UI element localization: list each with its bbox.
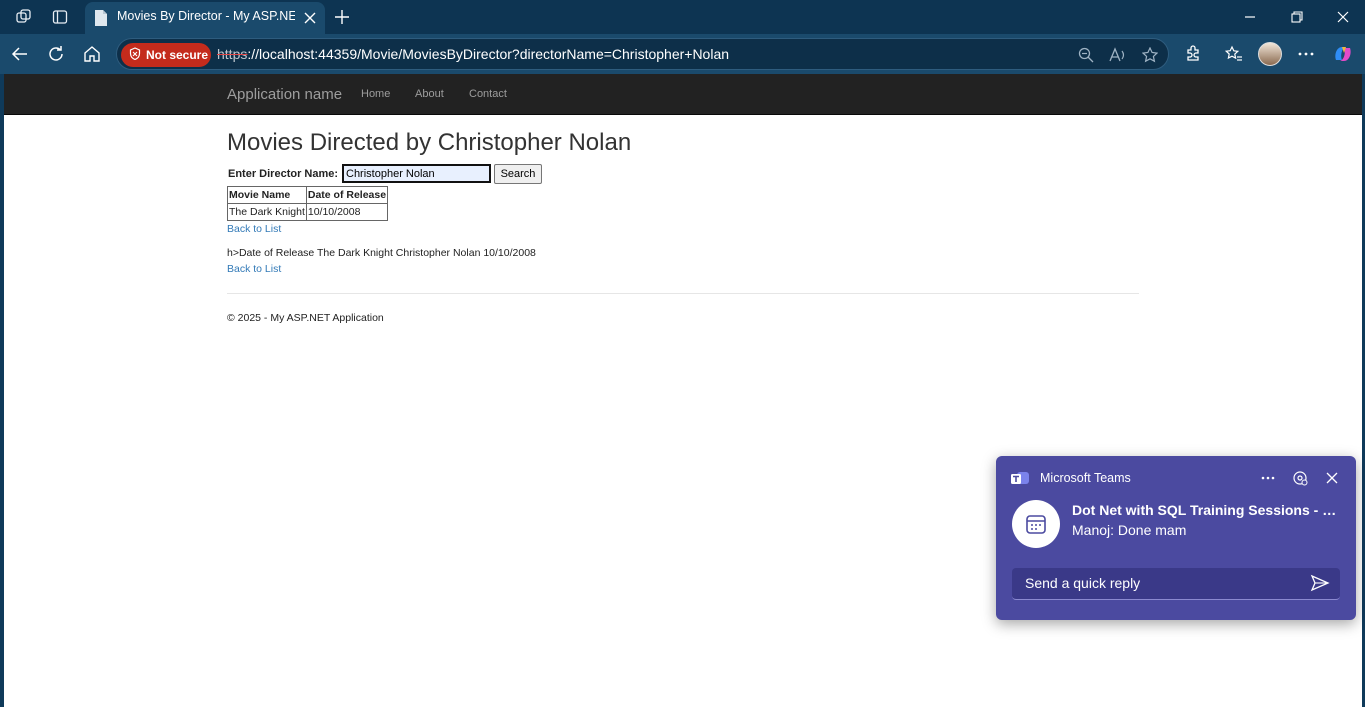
toast-more-icon[interactable] [1258,469,1278,487]
nav-home[interactable]: Home [361,88,390,100]
table-header-row: Movie Name Date of Release [227,186,389,204]
not-secure-label: Not secure [146,48,209,62]
refresh-icon[interactable] [44,42,68,66]
toast-message: Manoj: Done mam [1072,522,1187,538]
teams-logo-icon [1010,470,1030,486]
restore-icon[interactable] [1283,5,1311,29]
more-options-icon[interactable] [1294,42,1318,66]
page-title: Movies Directed by Christopher Nolan [227,129,632,156]
page-icon [93,9,109,27]
copilot-icon[interactable] [1331,42,1355,66]
quick-reply-input[interactable]: Send a quick reply [1012,568,1340,600]
send-icon[interactable] [1310,574,1332,594]
close-window-icon[interactable] [1329,5,1357,29]
browser-title-bar: Movies By Director - My ASP.NET [0,0,1365,34]
favorites-icon[interactable] [1222,42,1246,66]
movies-table: Movie Name Date of Release The Dark Knig… [227,186,389,221]
url-scheme: https [217,46,248,62]
column-header-movie-name: Movie Name [227,186,307,204]
raw-movie-text: h>Date of Release The Dark Knight Christ… [227,247,536,259]
back-to-list-link[interactable]: Back to List [227,223,281,235]
site-navbar: Application name Home About Contact [4,74,1362,115]
tab-title: Movies By Director - My ASP.NET [117,9,295,23]
director-name-input[interactable] [342,164,491,183]
browser-toolbar: Not secure https://localhost:44359/Movie… [0,34,1365,74]
favorite-star-icon[interactable] [1141,46,1159,64]
footer-text: © 2025 - My ASP.NET Application [227,312,384,324]
home-icon[interactable] [80,42,104,66]
minimize-icon[interactable] [1236,5,1264,29]
back-arrow-icon[interactable] [8,42,32,66]
calendar-meeting-icon [1012,500,1060,548]
toast-settings-icon[interactable] [1290,469,1310,487]
nav-contact[interactable]: Contact [469,88,507,100]
search-button[interactable]: Search [494,164,542,184]
director-name-label: Enter Director Name: [228,168,339,180]
teams-notification[interactable]: Microsoft Teams Dot Net with SQL Trainin… [996,456,1356,620]
workspaces-icon[interactable] [13,6,35,28]
zoom-icon[interactable] [1077,46,1095,64]
nav-about[interactable]: About [415,88,444,100]
site-brand[interactable]: Application name [227,86,342,103]
address-bar[interactable]: Not secure https://localhost:44359/Movie… [116,38,1169,70]
tab-actions-icon[interactable] [49,6,71,28]
table-row: The Dark Knight 10/10/2008 [227,203,389,221]
read-aloud-icon[interactable] [1109,46,1127,64]
active-tab[interactable]: Movies By Director - My ASP.NET [85,2,325,34]
shield-warning-icon [129,47,141,63]
column-header-date-of-release: Date of Release [305,186,389,204]
toast-app-name: Microsoft Teams [1040,471,1131,485]
profile-avatar[interactable] [1258,42,1282,66]
url-path: ://localhost:44359/Movie/MoviesByDirecto… [247,46,730,62]
back-to-list-link-2[interactable]: Back to List [227,263,281,275]
new-tab-icon[interactable] [331,6,353,28]
extensions-icon[interactable] [1181,42,1205,66]
not-secure-badge[interactable]: Not secure [121,43,211,67]
quick-reply-placeholder: Send a quick reply [1025,575,1141,591]
toast-title: Dot Net with SQL Training Sessions - Q..… [1072,502,1338,518]
close-tab-icon[interactable] [301,9,319,27]
toast-close-icon[interactable] [1322,469,1342,487]
url-text[interactable]: https://localhost:44359/Movie/MoviesByDi… [217,46,729,62]
cell-movie-name: The Dark Knight [227,203,307,221]
cell-release-date: 10/10/2008 [305,203,389,221]
footer-divider [227,293,1139,294]
